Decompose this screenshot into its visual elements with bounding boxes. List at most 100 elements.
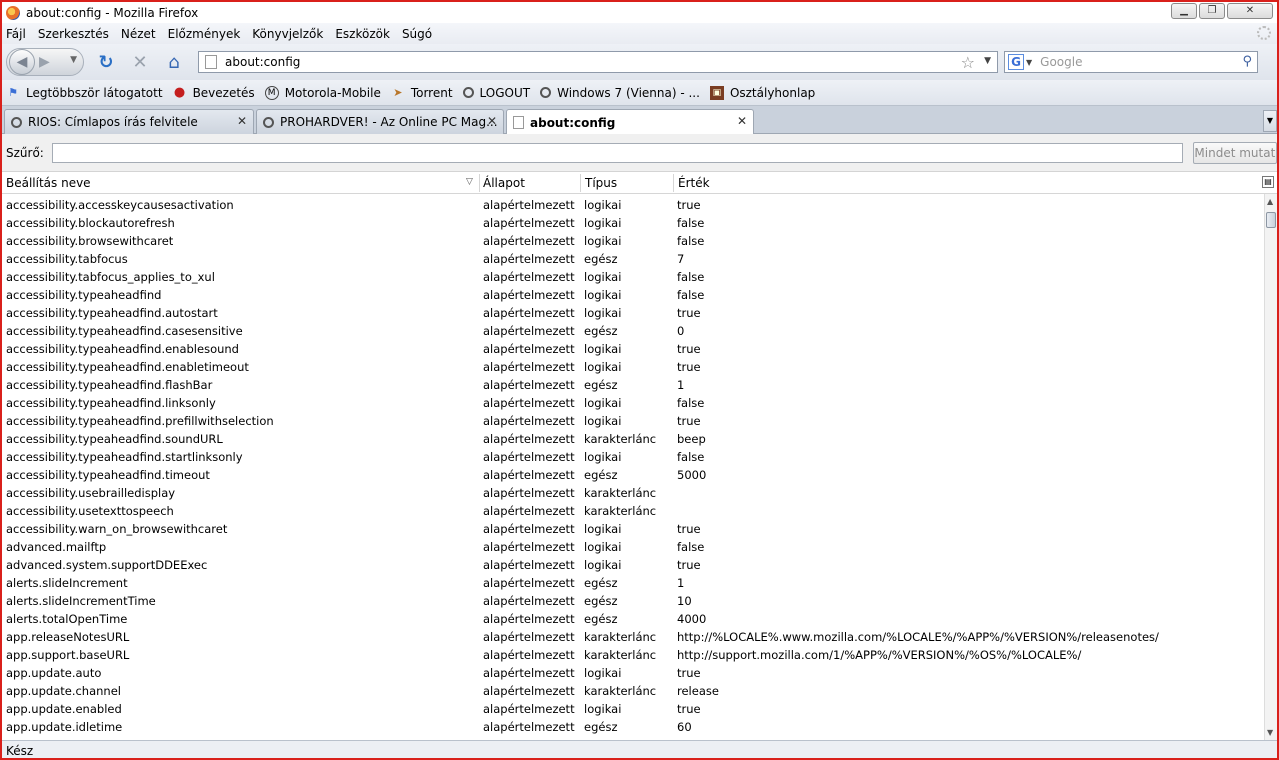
pref-value: true: [677, 306, 701, 320]
pref-name: accessibility.accesskeycausesactivation: [6, 198, 234, 212]
column-header-type[interactable]: Típus: [585, 176, 617, 190]
table-row[interactable]: advanced.system.supportDDEExec alapértelm…: [2, 556, 1264, 574]
table-row[interactable]: accessibility.blockautorefresh alapértelm…: [2, 214, 1264, 232]
bookmark-logout[interactable]: LOGOUT: [462, 86, 530, 100]
home-button[interactable]: ⌂: [162, 50, 186, 74]
table-row[interactable]: app.update.auto alapértelmezett logikai tru…: [2, 664, 1264, 682]
table-row[interactable]: accessibility.warn_on_browsewithcaret ala…: [2, 520, 1264, 538]
column-divider[interactable]: [479, 174, 480, 192]
bookmark-star-icon[interactable]: ☆: [961, 53, 975, 72]
loading-icon: [540, 87, 552, 98]
back-button[interactable]: ◀: [9, 49, 35, 75]
pref-value: 60: [677, 720, 692, 734]
url-text[interactable]: about:config: [225, 55, 300, 69]
table-row[interactable]: advanced.mailftp alapértelmezett logikai fa…: [2, 538, 1264, 556]
url-dropdown-icon[interactable]: ▼: [984, 56, 991, 66]
reload-button[interactable]: ↻: [94, 50, 118, 74]
column-divider[interactable]: [580, 174, 581, 192]
table-row[interactable]: alerts.slideIncrement alapértelmezett egés…: [2, 574, 1264, 592]
bookmark-windows7[interactable]: Windows 7 (Vienna) - ...: [540, 86, 700, 100]
table-row[interactable]: accessibility.accesskeycausesactivation a…: [2, 196, 1264, 214]
column-header-value[interactable]: Érték: [678, 176, 710, 190]
bookmark-osztalyhonlap[interactable]: ▣ Osztályhonlap: [709, 85, 815, 100]
table-row[interactable]: accessibility.usebrailledisplay alapértel…: [2, 484, 1264, 502]
vertical-scrollbar[interactable]: ▲ ▼: [1264, 194, 1277, 740]
table-row[interactable]: accessibility.typeaheadfind.flashBar alap…: [2, 376, 1264, 394]
pref-state: alapértelmezett: [483, 702, 575, 716]
minimize-button[interactable]: ▁: [1171, 3, 1197, 19]
menu-history[interactable]: Előzmények: [168, 27, 247, 41]
table-row[interactable]: accessibility.typeaheadfind.timeout alapé…: [2, 466, 1264, 484]
bookmark-motorola[interactable]: M Motorola-Mobile: [264, 85, 381, 100]
pref-type: egész: [584, 594, 618, 608]
column-header-state[interactable]: Állapot: [483, 176, 525, 190]
scroll-down-icon[interactable]: ▼: [1267, 728, 1273, 737]
pref-type: karakterlánc: [584, 648, 657, 662]
close-window-button[interactable]: ✕: [1227, 3, 1273, 19]
menu-view[interactable]: Nézet: [121, 27, 162, 41]
column-divider[interactable]: [673, 174, 674, 192]
close-tab-icon[interactable]: ✕: [487, 114, 497, 128]
table-row[interactable]: app.support.baseURL alapértelmezett karakt…: [2, 646, 1264, 664]
reload-icon: ↻: [98, 51, 114, 73]
bookmark-torrent[interactable]: ➤ Torrent: [391, 86, 452, 100]
tab-prohardver[interactable]: PROHARDVER! - Az Online PC Mag... ✕: [256, 109, 504, 134]
throbber-icon: [1257, 26, 1271, 40]
maximize-button[interactable]: ❐: [1199, 3, 1225, 19]
scroll-up-icon[interactable]: ▲: [1267, 197, 1273, 206]
tab-label: about:config: [530, 115, 616, 130]
column-header-name[interactable]: Beállítás neve: [6, 176, 91, 190]
url-bar[interactable]: about:config ☆ ▼: [198, 51, 998, 73]
table-row[interactable]: accessibility.typeaheadfind.enablesound a…: [2, 340, 1264, 358]
pref-name: app.update.auto: [6, 666, 102, 680]
pref-value: true: [677, 702, 701, 716]
pref-type: logikai: [584, 414, 622, 428]
table-row[interactable]: accessibility.typeaheadfind.autostart ala…: [2, 304, 1264, 322]
menu-edit[interactable]: Szerkesztés: [38, 27, 115, 41]
search-icon[interactable]: ⚲: [1242, 54, 1252, 69]
search-engine-icon[interactable]: G: [1008, 54, 1024, 70]
bookmark-bevezetes[interactable]: ● Bevezetés: [173, 85, 255, 100]
menu-bookmarks[interactable]: Könyvjelzők: [252, 27, 329, 41]
table-row[interactable]: alerts.totalOpenTime alapértelmezett egész…: [2, 610, 1264, 628]
pref-name: accessibility.tabfocus: [6, 252, 128, 266]
menu-tools[interactable]: Eszközök: [335, 27, 396, 41]
table-row[interactable]: alerts.slideIncrementTime alapértelmezett…: [2, 592, 1264, 610]
tab-about-config[interactable]: about:config ✕: [506, 109, 754, 135]
close-tab-icon[interactable]: ✕: [237, 114, 247, 128]
table-row[interactable]: accessibility.tabfocus_applies_to_xul ala…: [2, 268, 1264, 286]
scrollbar-thumb[interactable]: [1266, 212, 1276, 228]
menu-help[interactable]: Súgó: [402, 27, 438, 41]
pref-value: http://%LOCALE%.www.mozilla.com/%LOCALE%…: [677, 630, 1159, 644]
tab-list-button[interactable]: ▼: [1263, 110, 1277, 132]
search-bar[interactable]: G ▼ Google ⚲: [1004, 51, 1258, 73]
table-row[interactable]: accessibility.typeaheadfind.linksonly ala…: [2, 394, 1264, 412]
bookmark-most-visited[interactable]: ⚑ Legtöbbször látogatott: [6, 86, 163, 100]
table-row[interactable]: accessibility.browsewithcaret alapértelme…: [2, 232, 1264, 250]
table-row[interactable]: app.update.idletime alapértelmezett egész 6…: [2, 718, 1264, 736]
stop-button[interactable]: ✕: [128, 50, 152, 74]
table-row[interactable]: accessibility.typeaheadfind.casesensitiv…: [2, 322, 1264, 340]
table-row[interactable]: app.releaseNotesURL alapértelmezett karakt…: [2, 628, 1264, 646]
table-row[interactable]: accessibility.usetexttospeech alapértelme…: [2, 502, 1264, 520]
forward-button[interactable]: ▶: [39, 54, 50, 70]
table-row[interactable]: app.update.enabled alapértelmezett logikai…: [2, 700, 1264, 718]
table-row[interactable]: accessibility.typeaheadfind.startlinkson…: [2, 448, 1264, 466]
table-row[interactable]: accessibility.typeaheadfind.prefillwiths…: [2, 412, 1264, 430]
table-row[interactable]: accessibility.typeaheadfind alapértelmeze…: [2, 286, 1264, 304]
filter-input[interactable]: [51, 142, 1183, 163]
table-row[interactable]: accessibility.typeaheadfind.enabletimeou…: [2, 358, 1264, 376]
search-input[interactable]: Google: [1040, 55, 1082, 69]
table-row[interactable]: accessibility.tabfocus alapértelmezett egé…: [2, 250, 1264, 268]
close-tab-icon[interactable]: ✕: [737, 114, 747, 128]
table-row[interactable]: accessibility.typeaheadfind.soundURL alap…: [2, 430, 1264, 448]
show-all-button[interactable]: Mindet mutat: [1192, 141, 1277, 164]
history-dropdown-icon[interactable]: ▼: [70, 55, 77, 65]
page-icon: [205, 55, 217, 69]
pref-value: release: [677, 684, 719, 698]
menu-file[interactable]: Fájl: [6, 27, 32, 41]
table-row[interactable]: app.update.channel alapértelmezett karakte…: [2, 682, 1264, 700]
column-picker-icon[interactable]: ▤: [1262, 176, 1274, 188]
search-engine-dropdown-icon[interactable]: ▼: [1026, 58, 1032, 67]
tab-rios[interactable]: RIOS: Címlapos írás felvitele ✕: [4, 109, 254, 134]
